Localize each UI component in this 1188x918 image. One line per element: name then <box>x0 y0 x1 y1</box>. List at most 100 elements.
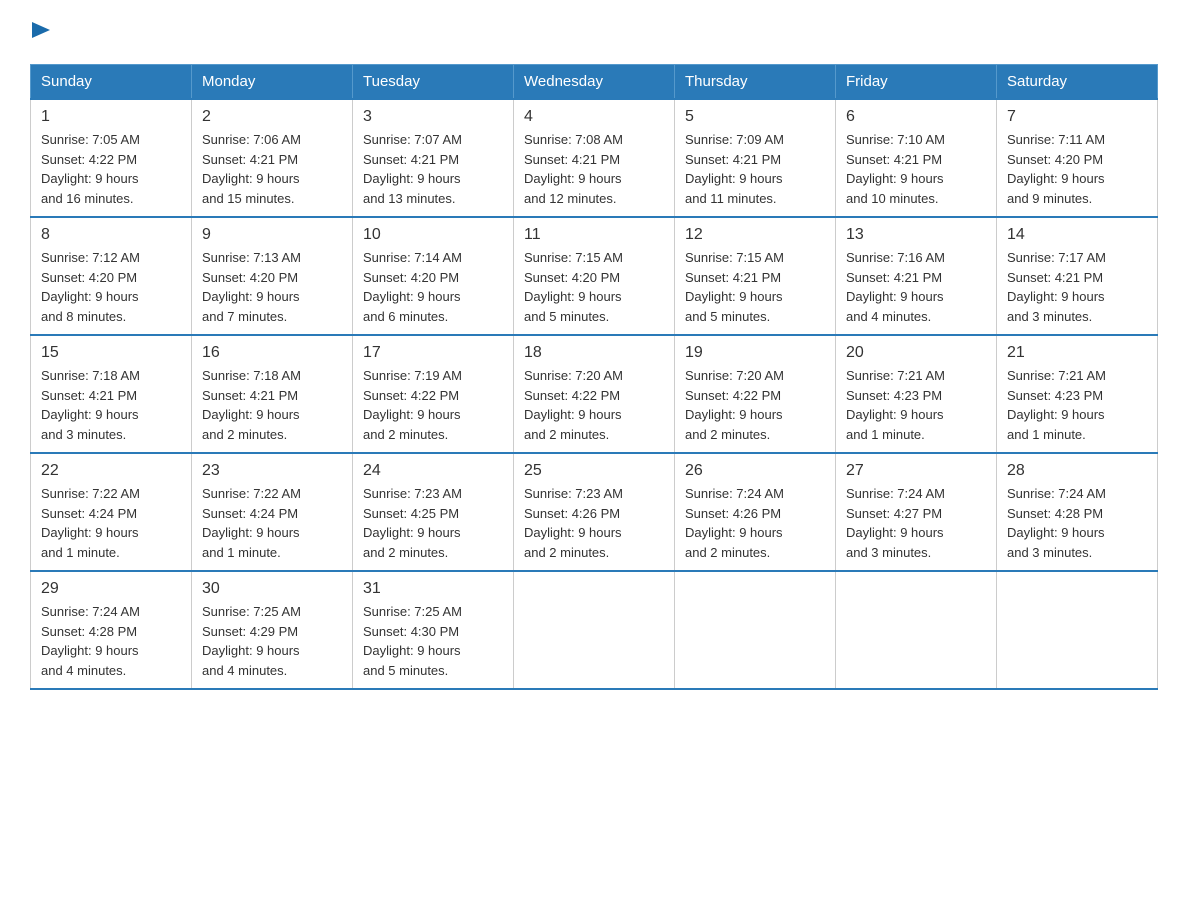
calendar-cell: 22 Sunrise: 7:22 AMSunset: 4:24 PMDayligh… <box>31 453 192 571</box>
calendar-cell: 28Sunrise: 7:24 AMSunset: 4:28 PMDayligh… <box>997 453 1158 571</box>
day-info: Sunrise: 7:24 AMSunset: 4:27 PMDaylight:… <box>846 484 986 562</box>
day-number: 6 <box>846 108 986 126</box>
logo-arrow-icon <box>32 22 54 44</box>
calendar-cell: 17 Sunrise: 7:19 AMSunset: 4:22 PMDayligh… <box>353 335 514 453</box>
calendar-cell: 3Sunrise: 7:07 AMSunset: 4:21 PMDaylight… <box>353 99 514 217</box>
calendar-day-header: Thursday <box>675 65 836 100</box>
day-number: 11 <box>524 226 664 244</box>
day-info: Sunrise: 7:09 AMSunset: 4:21 PMDaylight:… <box>685 130 825 208</box>
day-number: 8 <box>41 226 181 244</box>
day-info: Sunrise: 7:08 AMSunset: 4:21 PMDaylight:… <box>524 130 664 208</box>
calendar-cell: 11Sunrise: 7:15 AMSunset: 4:20 PMDayligh… <box>514 217 675 335</box>
day-number: 5 <box>685 108 825 126</box>
calendar-cell <box>514 571 675 689</box>
day-info: Sunrise: 7:18 AMSunset: 4:21 PMDaylight:… <box>202 366 342 444</box>
calendar-cell: 12Sunrise: 7:15 AMSunset: 4:21 PMDayligh… <box>675 217 836 335</box>
day-number: 31 <box>363 580 503 598</box>
day-info: Sunrise: 7:10 AMSunset: 4:21 PMDaylight:… <box>846 130 986 208</box>
calendar-cell: 19 Sunrise: 7:20 AMSunset: 4:22 PMDayligh… <box>675 335 836 453</box>
day-info: Sunrise: 7:24 AMSunset: 4:28 PMDaylight:… <box>1007 484 1147 562</box>
calendar-cell: 31 Sunrise: 7:25 AMSunset: 4:30 PMDayligh… <box>353 571 514 689</box>
day-number: 21 <box>1007 344 1147 362</box>
day-number: 2 <box>202 108 342 126</box>
day-number: 14 <box>1007 226 1147 244</box>
calendar-cell: 25 Sunrise: 7:23 AMSunset: 4:26 PMDayligh… <box>514 453 675 571</box>
day-info: Sunrise: 7:19 AMSunset: 4:22 PMDaylight:… <box>363 366 503 444</box>
calendar-day-header: Saturday <box>997 65 1158 100</box>
day-number: 7 <box>1007 108 1147 126</box>
calendar-cell: 14 Sunrise: 7:17 AMSunset: 4:21 PMDayligh… <box>997 217 1158 335</box>
day-info: Sunrise: 7:12 AMSunset: 4:20 PMDaylight:… <box>41 248 181 326</box>
day-number: 9 <box>202 226 342 244</box>
day-info: Sunrise: 7:25 AMSunset: 4:30 PMDaylight:… <box>363 602 503 680</box>
day-info: Sunrise: 7:06 AMSunset: 4:21 PMDaylight:… <box>202 130 342 208</box>
calendar-table: SundayMondayTuesdayWednesdayThursdayFrid… <box>30 64 1158 690</box>
calendar-day-header: Wednesday <box>514 65 675 100</box>
calendar-cell: 10Sunrise: 7:14 AMSunset: 4:20 PMDayligh… <box>353 217 514 335</box>
day-number: 22 <box>41 462 181 480</box>
day-info: Sunrise: 7:18 AMSunset: 4:21 PMDaylight:… <box>41 366 181 444</box>
calendar-week-row: 15 Sunrise: 7:18 AMSunset: 4:21 PMDayligh… <box>31 335 1158 453</box>
day-info: Sunrise: 7:22 AMSunset: 4:24 PMDaylight:… <box>41 484 181 562</box>
day-number: 10 <box>363 226 503 244</box>
calendar-cell: 1 Sunrise: 7:05 AMSunset: 4:22 PMDaylight… <box>31 99 192 217</box>
calendar-cell: 16Sunrise: 7:18 AMSunset: 4:21 PMDayligh… <box>192 335 353 453</box>
day-info: Sunrise: 7:05 AMSunset: 4:22 PMDaylight:… <box>41 130 181 208</box>
calendar-week-row: 29 Sunrise: 7:24 AMSunset: 4:28 PMDayligh… <box>31 571 1158 689</box>
calendar-cell: 6 Sunrise: 7:10 AMSunset: 4:21 PMDaylight… <box>836 99 997 217</box>
calendar-cell <box>836 571 997 689</box>
calendar-day-header: Tuesday <box>353 65 514 100</box>
day-number: 23 <box>202 462 342 480</box>
day-info: Sunrise: 7:20 AMSunset: 4:22 PMDaylight:… <box>685 366 825 444</box>
day-number: 25 <box>524 462 664 480</box>
day-info: Sunrise: 7:07 AMSunset: 4:21 PMDaylight:… <box>363 130 503 208</box>
day-info: Sunrise: 7:21 AMSunset: 4:23 PMDaylight:… <box>1007 366 1147 444</box>
calendar-cell: 15 Sunrise: 7:18 AMSunset: 4:21 PMDayligh… <box>31 335 192 453</box>
calendar-cell: 23 Sunrise: 7:22 AMSunset: 4:24 PMDayligh… <box>192 453 353 571</box>
calendar-cell: 9 Sunrise: 7:13 AMSunset: 4:20 PMDaylight… <box>192 217 353 335</box>
calendar-cell <box>675 571 836 689</box>
calendar-cell: 30 Sunrise: 7:25 AMSunset: 4:29 PMDayligh… <box>192 571 353 689</box>
calendar-header-row: SundayMondayTuesdayWednesdayThursdayFrid… <box>31 65 1158 100</box>
calendar-cell: 5 Sunrise: 7:09 AMSunset: 4:21 PMDaylight… <box>675 99 836 217</box>
calendar-day-header: Monday <box>192 65 353 100</box>
calendar-cell: 4 Sunrise: 7:08 AMSunset: 4:21 PMDaylight… <box>514 99 675 217</box>
day-number: 12 <box>685 226 825 244</box>
day-info: Sunrise: 7:24 AMSunset: 4:26 PMDaylight:… <box>685 484 825 562</box>
calendar-cell: 18 Sunrise: 7:20 AMSunset: 4:22 PMDayligh… <box>514 335 675 453</box>
day-info: Sunrise: 7:17 AMSunset: 4:21 PMDaylight:… <box>1007 248 1147 326</box>
day-number: 18 <box>524 344 664 362</box>
day-number: 4 <box>524 108 664 126</box>
calendar-cell: 8 Sunrise: 7:12 AMSunset: 4:20 PMDaylight… <box>31 217 192 335</box>
calendar-day-header: Sunday <box>31 65 192 100</box>
day-info: Sunrise: 7:21 AMSunset: 4:23 PMDaylight:… <box>846 366 986 444</box>
day-info: Sunrise: 7:13 AMSunset: 4:20 PMDaylight:… <box>202 248 342 326</box>
day-number: 15 <box>41 344 181 362</box>
day-info: Sunrise: 7:23 AMSunset: 4:26 PMDaylight:… <box>524 484 664 562</box>
calendar-cell: 24 Sunrise: 7:23 AMSunset: 4:25 PMDayligh… <box>353 453 514 571</box>
day-info: Sunrise: 7:23 AMSunset: 4:25 PMDaylight:… <box>363 484 503 562</box>
day-number: 29 <box>41 580 181 598</box>
calendar-cell: 2 Sunrise: 7:06 AMSunset: 4:21 PMDaylight… <box>192 99 353 217</box>
calendar-cell: 29 Sunrise: 7:24 AMSunset: 4:28 PMDayligh… <box>31 571 192 689</box>
day-number: 26 <box>685 462 825 480</box>
day-number: 19 <box>685 344 825 362</box>
calendar-cell: 13 Sunrise: 7:16 AMSunset: 4:21 PMDayligh… <box>836 217 997 335</box>
day-info: Sunrise: 7:25 AMSunset: 4:29 PMDaylight:… <box>202 602 342 680</box>
calendar-cell: 21 Sunrise: 7:21 AMSunset: 4:23 PMDayligh… <box>997 335 1158 453</box>
day-number: 24 <box>363 462 503 480</box>
day-number: 1 <box>41 108 181 126</box>
logo <box>30 20 54 44</box>
day-number: 13 <box>846 226 986 244</box>
day-number: 17 <box>363 344 503 362</box>
calendar-week-row: 8 Sunrise: 7:12 AMSunset: 4:20 PMDaylight… <box>31 217 1158 335</box>
calendar-cell: 7Sunrise: 7:11 AMSunset: 4:20 PMDaylight… <box>997 99 1158 217</box>
day-info: Sunrise: 7:16 AMSunset: 4:21 PMDaylight:… <box>846 248 986 326</box>
day-info: Sunrise: 7:22 AMSunset: 4:24 PMDaylight:… <box>202 484 342 562</box>
day-info: Sunrise: 7:24 AMSunset: 4:28 PMDaylight:… <box>41 602 181 680</box>
day-number: 30 <box>202 580 342 598</box>
calendar-week-row: 1 Sunrise: 7:05 AMSunset: 4:22 PMDaylight… <box>31 99 1158 217</box>
calendar-week-row: 22 Sunrise: 7:22 AMSunset: 4:24 PMDayligh… <box>31 453 1158 571</box>
day-info: Sunrise: 7:20 AMSunset: 4:22 PMDaylight:… <box>524 366 664 444</box>
calendar-cell: 27Sunrise: 7:24 AMSunset: 4:27 PMDayligh… <box>836 453 997 571</box>
